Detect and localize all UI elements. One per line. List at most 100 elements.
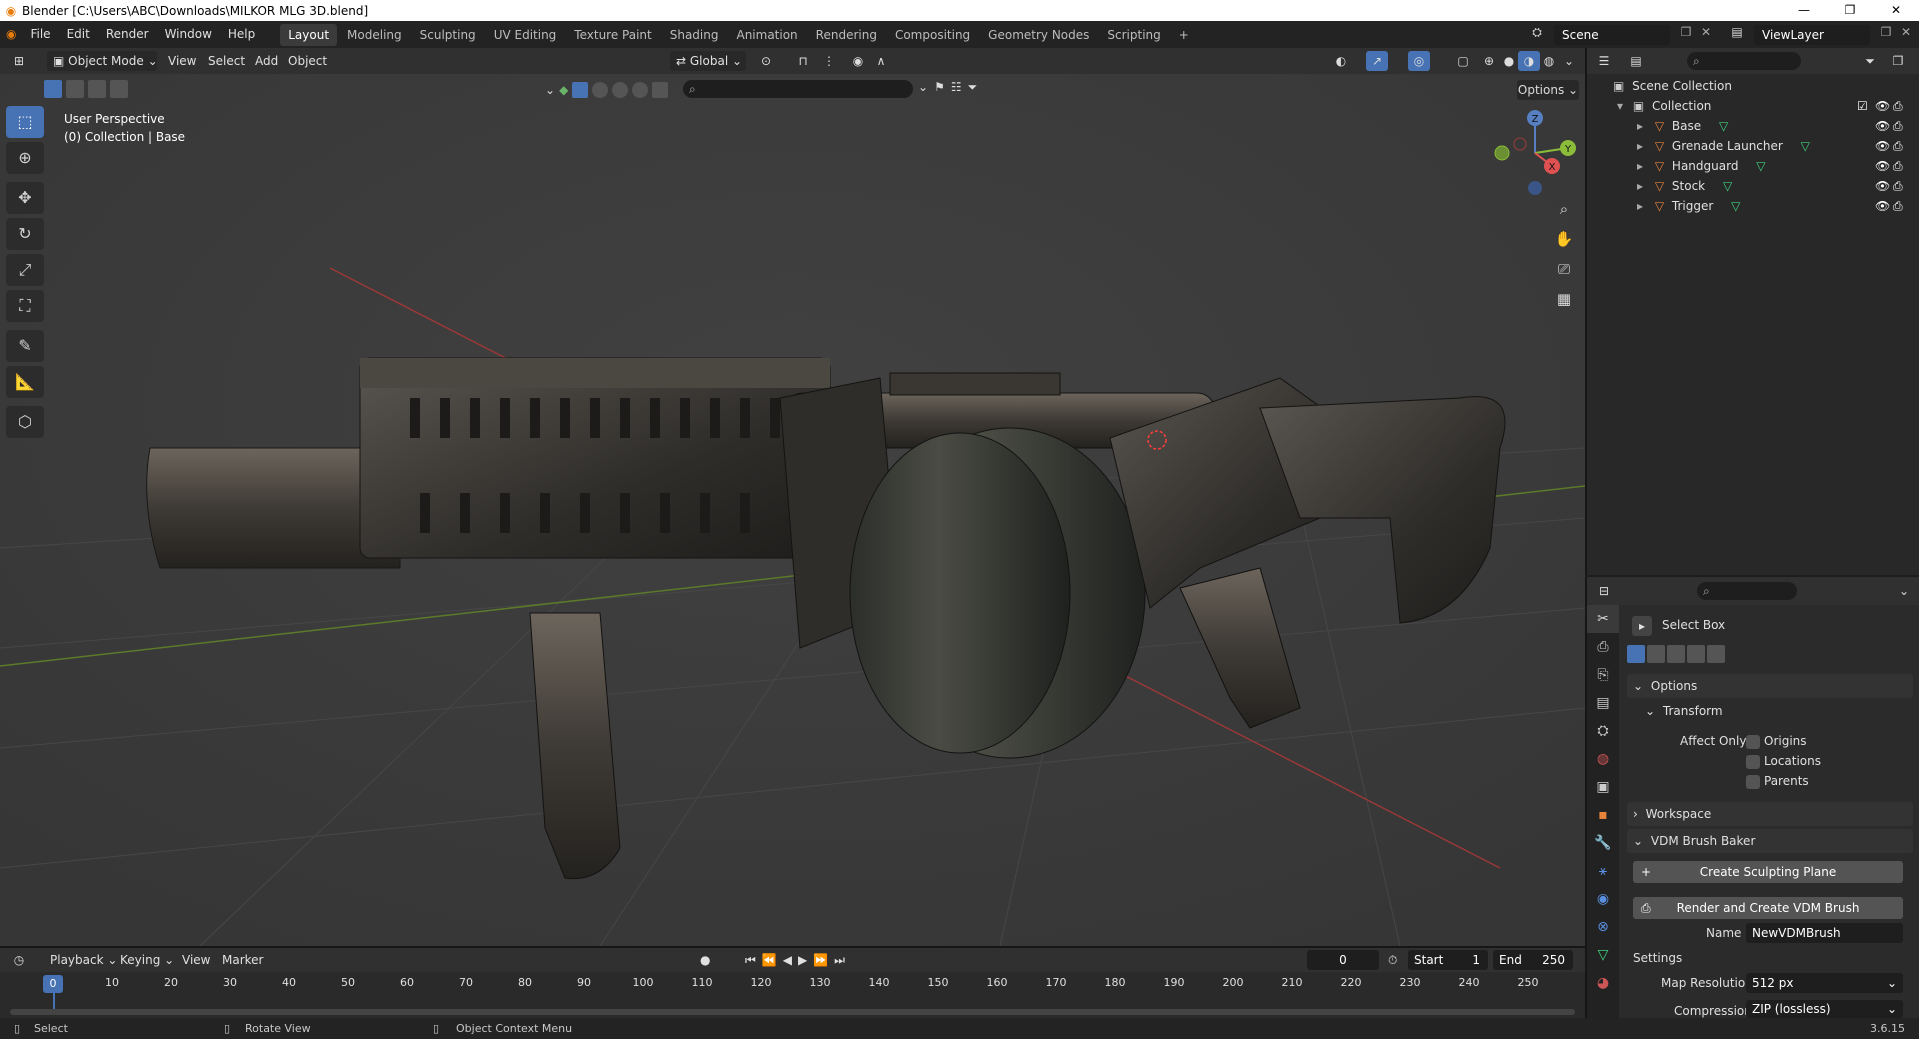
select-invert-icon[interactable] bbox=[110, 80, 128, 98]
add-cube-tool-icon[interactable]: ⬡ bbox=[6, 406, 44, 438]
falloff-icon[interactable]: ∧ bbox=[870, 51, 892, 71]
menu-view-timeline[interactable]: View bbox=[182, 950, 210, 970]
visibility-icon[interactable]: ◐ bbox=[1330, 51, 1352, 71]
scene-name-field[interactable]: Scene bbox=[1554, 25, 1670, 45]
outliner-editor-icon[interactable]: ☰ bbox=[1593, 51, 1615, 71]
options-button[interactable]: Options ⌄ bbox=[1517, 80, 1579, 100]
data-tab-icon[interactable]: ▽ bbox=[1587, 941, 1619, 969]
origins-checkbox[interactable] bbox=[1746, 735, 1760, 749]
render-camera-icon[interactable]: ⎙ bbox=[1893, 116, 1903, 136]
tab-animation[interactable]: Animation bbox=[728, 24, 805, 46]
transform-tool-icon[interactable]: ⛶ bbox=[6, 290, 44, 322]
gizmo-toggle-icon[interactable]: ↗ bbox=[1366, 51, 1388, 71]
tab-compositing[interactable]: Compositing bbox=[887, 24, 978, 46]
close-button[interactable]: ✕ bbox=[1873, 0, 1919, 21]
filter-camera-icon[interactable] bbox=[592, 82, 609, 98]
transform-subpanel-header[interactable]: ⌄ Transform bbox=[1645, 704, 1723, 718]
select-extend-icon[interactable] bbox=[66, 80, 84, 98]
measure-tool-icon[interactable]: 📐 bbox=[6, 366, 44, 398]
rotate-tool-icon[interactable]: ↻ bbox=[6, 218, 44, 250]
tab-uv-editing[interactable]: UV Editing bbox=[486, 24, 565, 46]
new-scene-icon[interactable]: ❐ bbox=[1676, 25, 1696, 39]
add-workspace-icon[interactable]: + bbox=[1171, 24, 1197, 46]
expand-arrow-icon[interactable]: ▾ bbox=[1617, 99, 1623, 113]
record-icon[interactable]: ● bbox=[700, 950, 710, 970]
mesh-data-icon[interactable]: ▽ bbox=[1731, 199, 1740, 213]
delete-scene-icon[interactable]: ✕ bbox=[1696, 25, 1716, 39]
tab-sculpting[interactable]: Sculpting bbox=[412, 24, 484, 46]
select-subtract-icon[interactable] bbox=[88, 80, 106, 98]
outliner-filter-icon[interactable]: ⏷ bbox=[1859, 51, 1881, 71]
properties-search-input[interactable]: ⌕ bbox=[1697, 582, 1797, 600]
filter-other-icon[interactable] bbox=[652, 82, 669, 98]
snap-target-icon[interactable]: ⋮ bbox=[818, 51, 840, 71]
menu-window[interactable]: Window bbox=[157, 21, 220, 48]
output-tab-icon[interactable]: ⎘ bbox=[1587, 661, 1619, 689]
properties-editor-icon[interactable]: ⊟ bbox=[1593, 581, 1615, 601]
new-collection-icon[interactable]: ❐ bbox=[1887, 51, 1909, 71]
menu-object[interactable]: Object bbox=[288, 51, 327, 71]
modifier-tab-icon[interactable]: 🔧 bbox=[1587, 829, 1619, 857]
scale-tool-icon[interactable]: ⤢ bbox=[6, 254, 44, 286]
editor-type-icon[interactable]: ⊞ bbox=[8, 51, 30, 71]
visibility-eye-icon[interactable]: 👁 bbox=[1875, 196, 1890, 216]
particles-tab-icon[interactable]: ⚹ bbox=[1587, 857, 1619, 885]
viewlayer-icon[interactable]: ▤ bbox=[1725, 25, 1749, 39]
options-panel-header[interactable]: ⌄ Options bbox=[1627, 674, 1913, 698]
new-viewlayer-icon[interactable]: ❐ bbox=[1876, 25, 1896, 39]
mesh-data-icon[interactable]: ▽ bbox=[1756, 159, 1765, 173]
menu-help[interactable]: Help bbox=[220, 21, 263, 48]
material-shading-icon[interactable]: ◑ bbox=[1518, 51, 1540, 71]
timeline-editor-icon[interactable]: ◷ bbox=[8, 950, 30, 970]
render-vdm-brush-button[interactable]: ⎙ Render and Create VDM Brush bbox=[1633, 897, 1903, 919]
xray-icon[interactable]: ▢ bbox=[1452, 51, 1474, 71]
wireframe-shading-icon[interactable]: ⊕ bbox=[1478, 51, 1500, 71]
filter-light-icon[interactable] bbox=[612, 82, 629, 98]
tab-scripting[interactable]: Scripting bbox=[1099, 24, 1168, 46]
mode-intersect-icon[interactable] bbox=[1707, 645, 1725, 663]
playhead[interactable]: 0 bbox=[43, 975, 63, 993]
blender-menu-icon[interactable]: ◉ bbox=[0, 21, 22, 48]
menu-select[interactable]: Select bbox=[208, 51, 245, 71]
visibility-eye-icon[interactable]: 👁 bbox=[1875, 176, 1890, 196]
pan-hand-icon[interactable]: ✋ bbox=[1550, 225, 1578, 253]
mode-extend-icon[interactable] bbox=[1647, 645, 1665, 663]
scene-icon[interactable]: ⛭ bbox=[1525, 25, 1549, 45]
outliner-row-base[interactable]: ▸ ▽ Base ▽ 👁 ⎙ bbox=[1587, 116, 1919, 136]
funnel-filter-icon[interactable]: ⏷ bbox=[968, 80, 978, 100]
render-camera-icon[interactable]: ⎙ bbox=[1893, 156, 1903, 176]
layout-icon[interactable]: ☷ bbox=[951, 80, 962, 100]
camera-view-icon[interactable]: ⎚ bbox=[1550, 255, 1578, 283]
expand-arrow-icon[interactable]: ▸ bbox=[1637, 199, 1643, 213]
parents-checkbox[interactable] bbox=[1746, 775, 1760, 789]
tab-texture-paint[interactable]: Texture Paint bbox=[566, 24, 659, 46]
display-mode-icon[interactable]: ▤ bbox=[1625, 51, 1647, 71]
menu-edit[interactable]: Edit bbox=[59, 21, 98, 48]
menu-marker[interactable]: Marker bbox=[222, 950, 263, 970]
visibility-eye-icon[interactable]: 👁 bbox=[1875, 156, 1890, 176]
menu-add[interactable]: Add bbox=[255, 51, 278, 71]
end-frame-field[interactable]: End 250 bbox=[1493, 950, 1573, 970]
exclude-checkbox-icon[interactable]: ☑ bbox=[1857, 96, 1868, 116]
filter-mesh-icon[interactable] bbox=[572, 82, 589, 98]
rendered-shading-icon[interactable]: ◍ bbox=[1538, 51, 1560, 71]
tab-geometry-nodes[interactable]: Geometry Nodes bbox=[980, 24, 1097, 46]
filter-empty-icon[interactable] bbox=[632, 82, 649, 98]
scene-tab-icon[interactable]: ⛭ bbox=[1587, 717, 1619, 745]
mesh-data-icon[interactable]: ▽ bbox=[1801, 139, 1810, 153]
expand-arrow-icon[interactable]: ▸ bbox=[1637, 119, 1643, 133]
3d-viewport[interactable] bbox=[0, 48, 1585, 946]
outliner-search-input[interactable]: ⌕ bbox=[1687, 52, 1801, 70]
render-camera-icon[interactable]: ⎙ bbox=[1893, 96, 1903, 116]
zoom-icon[interactable]: ⌕ bbox=[1550, 195, 1578, 223]
mode-subtract-icon[interactable] bbox=[1667, 645, 1685, 663]
expand-arrow-icon[interactable]: ▸ bbox=[1637, 159, 1643, 173]
viewport-search-input[interactable]: ⌕ bbox=[683, 80, 913, 98]
annotate-tool-icon[interactable]: ✎ bbox=[6, 330, 44, 362]
visibility-eye-icon[interactable]: 👁 bbox=[1875, 116, 1890, 136]
render-camera-icon[interactable]: ⎙ bbox=[1893, 136, 1903, 156]
transform-orientation-dropdown[interactable]: ⇄ Global ⌄ bbox=[670, 51, 746, 71]
pivot-icon[interactable]: ⊙ bbox=[755, 51, 777, 71]
constraints-tab-icon[interactable]: ⊗ bbox=[1587, 913, 1619, 941]
map-resolution-dropdown[interactable]: 512 px ⌄ bbox=[1746, 973, 1903, 993]
